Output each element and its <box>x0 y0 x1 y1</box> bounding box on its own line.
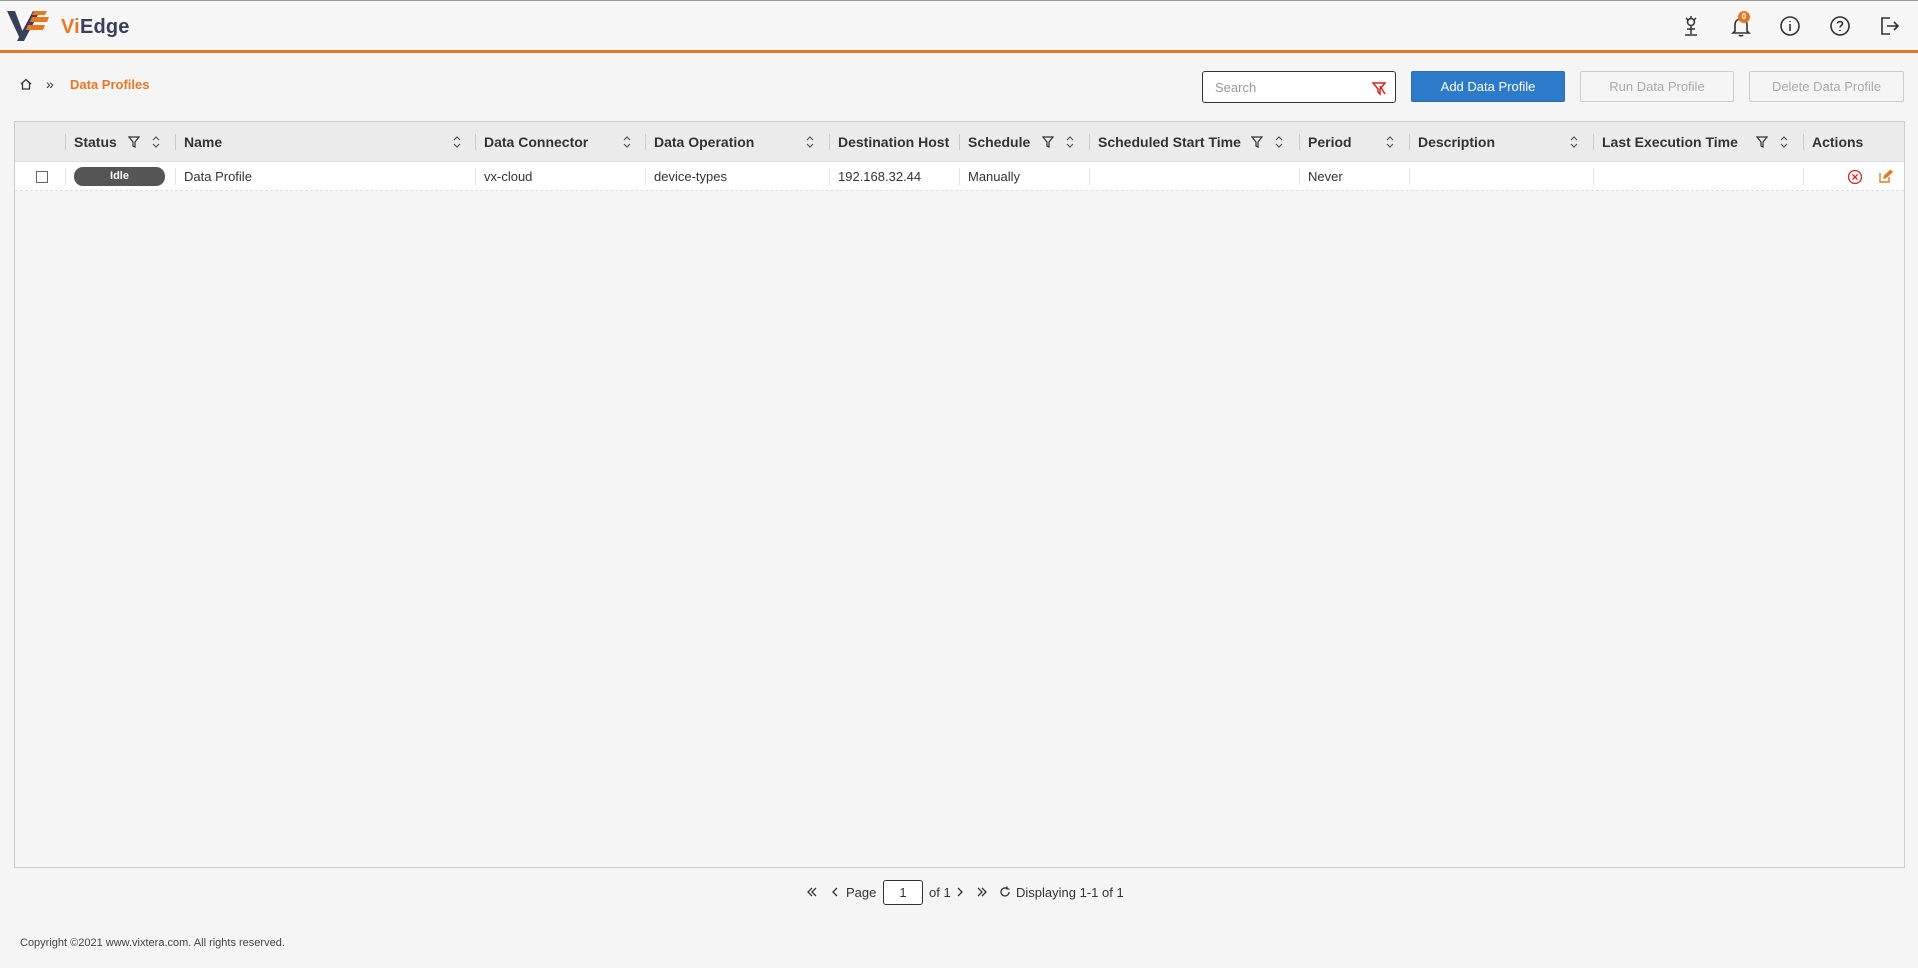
sort-icon[interactable] <box>151 135 161 149</box>
sort-icon[interactable] <box>622 135 632 149</box>
sort-icon[interactable] <box>1569 135 1579 149</box>
viedge-logo <box>7 11 49 41</box>
sort-icon[interactable] <box>1065 135 1075 149</box>
sort-icon[interactable] <box>1385 135 1395 149</box>
filter-icon[interactable] <box>1756 136 1768 148</box>
cell-period: Never <box>1308 169 1343 184</box>
cell-data-connector: vx-cloud <box>484 169 533 184</box>
sort-icon[interactable] <box>1274 135 1284 149</box>
page-title: Data Profiles <box>70 77 150 92</box>
clear-filter-icon[interactable] <box>1371 80 1387 96</box>
edit-row-icon[interactable] <box>1878 169 1893 184</box>
refresh-icon[interactable] <box>998 885 1012 899</box>
app-header: ViEdge 0 <box>0 0 1918 53</box>
filter-icon[interactable] <box>128 136 140 148</box>
page-number-input[interactable]: 1 <box>883 880 923 905</box>
table-row[interactable]: Idle Data Profile vx-cloud device-types … <box>15 162 1904 191</box>
sort-icon[interactable] <box>805 135 815 149</box>
page-label: Page <box>846 885 877 900</box>
deploy-icon[interactable] <box>1679 14 1703 38</box>
home-icon[interactable] <box>19 77 33 91</box>
filter-icon[interactable] <box>1042 136 1054 148</box>
grid-header: Status Name Data Connector Data Operatio… <box>15 122 1904 162</box>
copyright: Copyright ©2021 www.vixtera.com. All rig… <box>20 937 285 949</box>
cell-destination-host: 192.168.32.44 <box>838 169 922 184</box>
run-data-profile-button[interactable]: Run Data Profile <box>1580 71 1734 102</box>
breadcrumb-separator: » <box>46 76 54 92</box>
logout-icon[interactable] <box>1877 14 1901 38</box>
notification-badge: 0 <box>1738 11 1750 23</box>
first-page-icon[interactable] <box>805 885 819 899</box>
add-data-profile-button[interactable]: Add Data Profile <box>1411 71 1565 102</box>
prev-page-icon[interactable] <box>828 885 842 899</box>
brand-name: ViEdge <box>61 16 130 38</box>
cell-schedule: Manually <box>968 169 1021 184</box>
page-count-label: of 1 <box>929 885 951 900</box>
status-badge: Idle <box>74 167 165 186</box>
next-page-icon[interactable] <box>953 885 967 899</box>
cell-data-operation: device-types <box>654 169 727 184</box>
row-checkbox[interactable] <box>36 171 48 183</box>
info-icon[interactable] <box>1778 14 1802 38</box>
delete-data-profile-button[interactable]: Delete Data Profile <box>1749 71 1904 102</box>
display-summary: Displaying 1-1 of 1 <box>1016 885 1124 900</box>
filter-icon[interactable] <box>1251 136 1263 148</box>
last-page-icon[interactable] <box>975 885 989 899</box>
sort-icon[interactable] <box>1779 135 1789 149</box>
help-icon[interactable] <box>1828 14 1852 38</box>
data-profiles-grid: Status Name Data Connector Data Operatio… <box>14 121 1905 868</box>
cell-name: Data Profile <box>184 169 252 184</box>
sort-icon[interactable] <box>452 135 462 149</box>
search-box <box>1202 71 1396 103</box>
delete-row-icon[interactable] <box>1847 169 1863 185</box>
search-input[interactable] <box>1203 72 1363 102</box>
